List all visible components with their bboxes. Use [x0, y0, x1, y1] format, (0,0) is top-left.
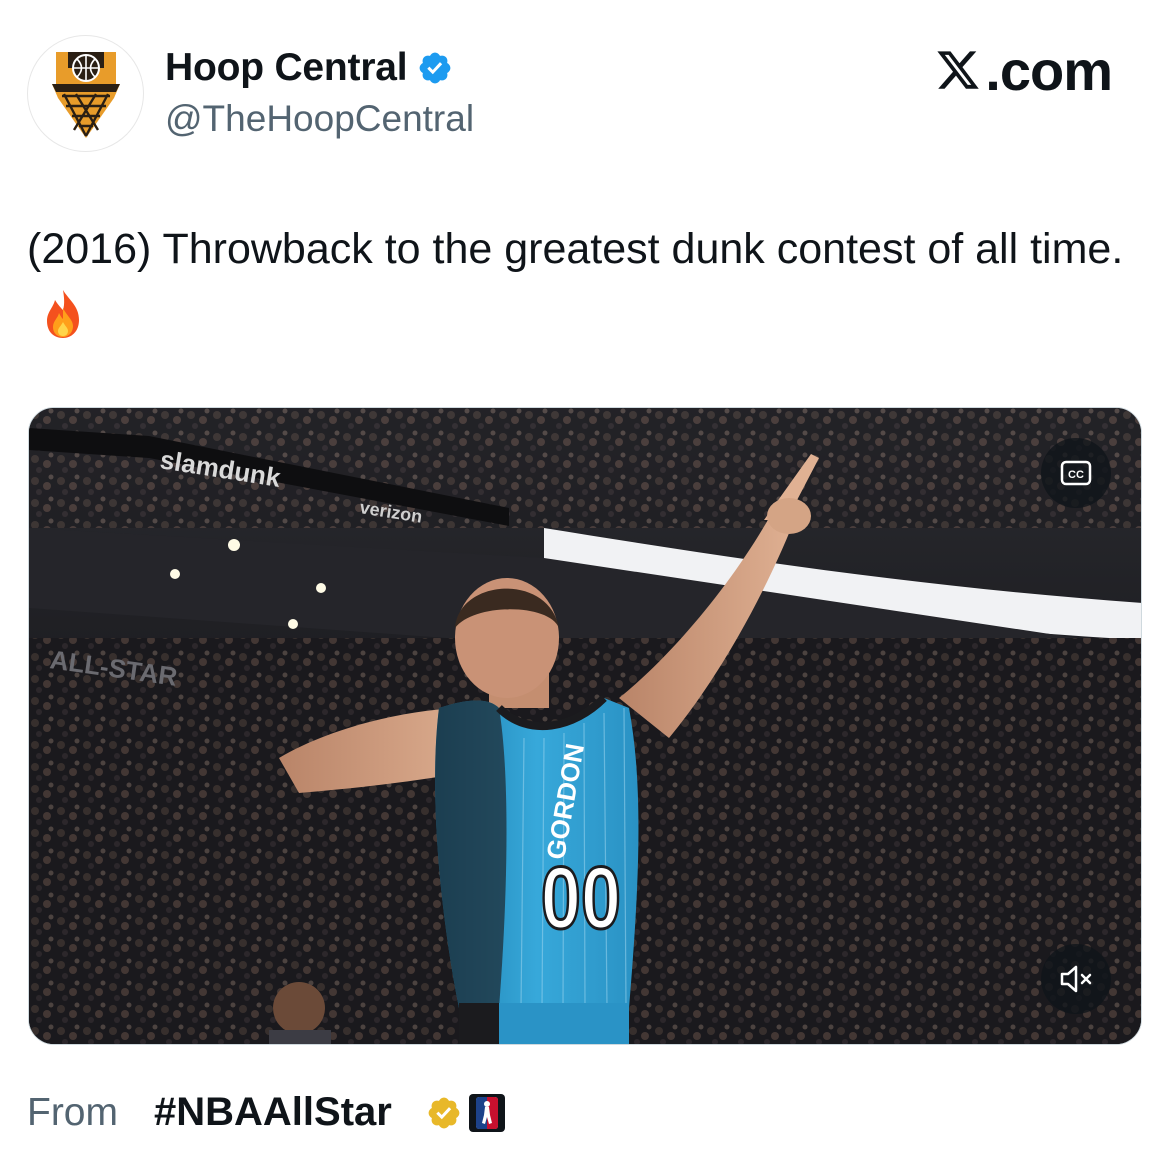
captions-icon: CC [1060, 460, 1092, 486]
fire-emoji [47, 289, 79, 338]
nba-logo-icon [468, 1093, 505, 1132]
site-brand[interactable]: .com [935, 38, 1113, 102]
name-row: Hoop Central [165, 42, 474, 94]
hashtag-link[interactable]: #NBAAllStar [154, 1090, 392, 1135]
mute-button[interactable] [1041, 944, 1111, 1014]
tweet-header: Hoop Central @TheHoopCentral .com [0, 0, 1170, 170]
video-frame: slamdunk verizon ALL-STAR GORDON 00 [29, 408, 1141, 1044]
author-identity: Hoop Central @TheHoopCentral [165, 42, 474, 140]
from-label: From [27, 1090, 118, 1134]
x-logo-icon [937, 51, 980, 89]
muted-speaker-icon [1060, 965, 1092, 993]
handle[interactable]: @TheHoopCentral [165, 98, 474, 140]
svg-text:CC: CC [1068, 469, 1084, 481]
site-label: .com [985, 38, 1113, 102]
video-player[interactable]: slamdunk verizon ALL-STAR GORDON 00 CC [28, 407, 1142, 1045]
jersey-number: 00 [541, 849, 621, 947]
verified-badge-icon [420, 52, 451, 84]
tweet-text: (2016) Throwback to the greatest dunk co… [27, 218, 1137, 342]
avatar[interactable] [27, 35, 144, 152]
hoop-central-logo-icon [51, 51, 120, 138]
captions-button[interactable]: CC [1041, 438, 1111, 508]
source-footer: From #NBAAllStar [27, 1085, 506, 1140]
tweet-body: (2016) Throwback to the greatest dunk co… [27, 225, 1124, 273]
gold-verified-icon [428, 1097, 460, 1128]
display-name[interactable]: Hoop Central [165, 46, 408, 90]
